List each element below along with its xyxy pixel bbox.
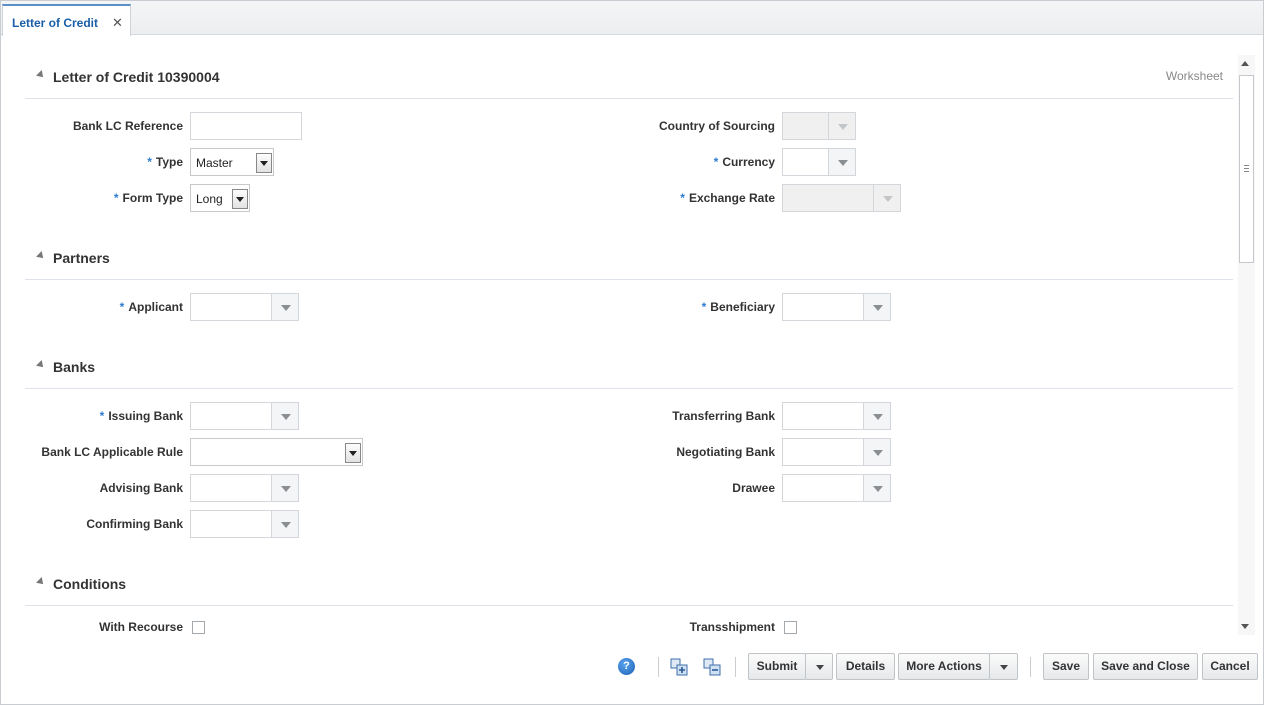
more-actions-menu-button[interactable]: [989, 653, 1018, 680]
transferring-bank-label: Transferring Bank: [672, 409, 775, 423]
dropdown-arrow-icon[interactable]: [271, 511, 298, 537]
scrollbar-thumb[interactable]: [1239, 75, 1254, 263]
form-type-label: * Form Type: [113, 191, 183, 205]
submit-menu-button[interactable]: [805, 653, 833, 680]
confirming-bank-label: Confirming Bank: [86, 517, 183, 531]
bank-lc-reference-input[interactable]: [190, 112, 302, 140]
grip-icon: [1244, 165, 1249, 172]
transferring-bank-combo[interactable]: [782, 402, 891, 430]
dropdown-arrow-icon[interactable]: [863, 475, 890, 501]
tab-letter-of-credit[interactable]: Letter of Credit ✕: [2, 4, 131, 36]
close-icon[interactable]: ✕: [112, 15, 123, 31]
help-icon[interactable]: ?: [618, 658, 635, 675]
dropdown-arrow-icon: [873, 185, 900, 211]
dropdown-arrow-icon[interactable]: [271, 294, 298, 320]
with-recourse-label: With Recourse: [99, 620, 183, 634]
bank-lc-applicable-rule-label: Bank LC Applicable Rule: [41, 445, 183, 459]
collapse-triangle-icon[interactable]: [36, 577, 46, 587]
toolbar-separator: [1030, 657, 1031, 677]
dropdown-arrow-icon[interactable]: [863, 294, 890, 320]
bottom-toolbar: ? Submit Details More Actions Save Save …: [1, 641, 1263, 693]
section-header-partners[interactable]: Partners: [25, 236, 1233, 280]
save-and-close-button[interactable]: Save and Close: [1093, 653, 1198, 680]
section-title: Conditions: [53, 576, 127, 592]
dropdown-arrow-icon[interactable]: [271, 475, 298, 501]
applicant-label: * Applicant: [119, 300, 183, 314]
exchange-rate-combo: [782, 184, 901, 212]
drawee-combo[interactable]: [782, 474, 891, 502]
issuing-bank-combo[interactable]: [190, 402, 299, 430]
submit-button[interactable]: Submit: [748, 653, 806, 680]
negotiating-bank-combo[interactable]: [782, 438, 891, 466]
exchange-rate-label: * Exchange Rate: [680, 191, 775, 205]
advising-bank-combo[interactable]: [190, 474, 299, 502]
dropdown-arrow-icon[interactable]: [232, 189, 248, 209]
dropdown-arrow-icon: [828, 113, 855, 139]
collapse-all-icon[interactable]: [703, 658, 721, 676]
section-header-letter-of-credit[interactable]: Letter of Credit 10390004 Worksheet: [25, 55, 1233, 99]
form-type-select[interactable]: Long: [190, 184, 250, 212]
expand-all-icon[interactable]: [670, 658, 688, 676]
vertical-scrollbar[interactable]: [1238, 55, 1255, 635]
section-header-banks[interactable]: Banks: [25, 345, 1233, 389]
negotiating-bank-label: Negotiating Bank: [676, 445, 775, 459]
details-button[interactable]: Details: [836, 653, 895, 680]
page-title: Letter of Credit 10390004: [53, 69, 220, 85]
applicant-combo[interactable]: [190, 293, 299, 321]
beneficiary-label: * Beneficiary: [701, 300, 775, 314]
dropdown-arrow-icon[interactable]: [345, 443, 361, 463]
bank-lc-applicable-rule-select[interactable]: [190, 438, 363, 466]
advising-bank-label: Advising Bank: [99, 481, 183, 495]
currency-combo[interactable]: [782, 148, 856, 176]
toolbar-separator: [658, 657, 659, 677]
scroll-down-icon[interactable]: [1241, 624, 1249, 629]
confirming-bank-combo[interactable]: [190, 510, 299, 538]
collapse-triangle-icon[interactable]: [36, 70, 46, 80]
section-header-conditions[interactable]: Conditions: [25, 562, 1233, 606]
beneficiary-combo[interactable]: [782, 293, 891, 321]
with-recourse-checkbox[interactable]: [192, 621, 205, 634]
dropdown-arrow-icon[interactable]: [256, 153, 272, 173]
transshipment-label: Transshipment: [689, 620, 775, 634]
issuing-bank-label: * Issuing Bank: [99, 409, 183, 423]
section-title: Banks: [53, 359, 96, 375]
section-title: Partners: [53, 250, 110, 266]
dropdown-arrow-icon[interactable]: [828, 149, 855, 175]
status-label: Worksheet: [1165, 69, 1223, 83]
currency-label: * Currency: [713, 155, 775, 169]
country-of-sourcing-combo: [782, 112, 856, 140]
transshipment-checkbox[interactable]: [784, 621, 797, 634]
type-label: * Type: [147, 155, 183, 169]
drawee-label: Drawee: [732, 481, 775, 495]
app-window: Letter of Credit ✕ Letter of Credit 1039…: [0, 0, 1264, 705]
save-button[interactable]: Save: [1043, 653, 1089, 680]
dropdown-arrow-icon[interactable]: [863, 403, 890, 429]
scroll-up-icon[interactable]: [1241, 61, 1249, 66]
dropdown-arrow-icon[interactable]: [271, 403, 298, 429]
tab-bar: Letter of Credit ✕: [1, 1, 1263, 36]
bank-lc-reference-label: Bank LC Reference: [72, 119, 183, 133]
tab-label: Letter of Credit: [12, 16, 99, 30]
more-actions-button[interactable]: More Actions: [898, 653, 990, 680]
toolbar-separator: [735, 657, 736, 677]
country-of-sourcing-label: Country of Sourcing: [659, 119, 775, 133]
dropdown-arrow-icon[interactable]: [863, 439, 890, 465]
cancel-button[interactable]: Cancel: [1202, 653, 1258, 680]
form-content: Letter of Credit 10390004 Worksheet Bank…: [25, 55, 1233, 635]
collapse-triangle-icon[interactable]: [36, 251, 46, 261]
type-select[interactable]: Master: [190, 148, 274, 176]
collapse-triangle-icon[interactable]: [36, 360, 46, 370]
